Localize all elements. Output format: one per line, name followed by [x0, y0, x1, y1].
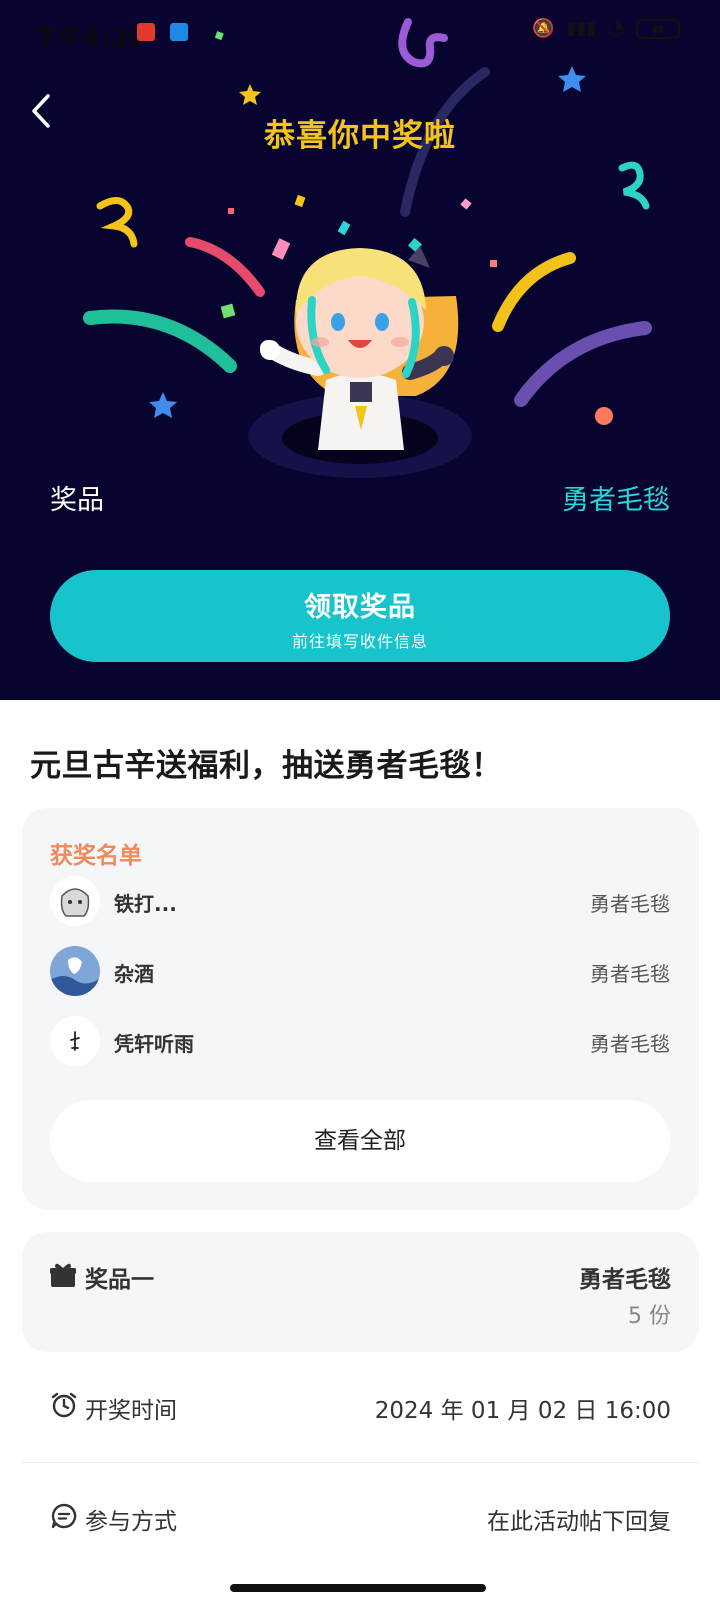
streamer-decoration	[185, 237, 265, 297]
prize-label: 奖品	[50, 485, 104, 516]
status-indicators: 🔕 ▮▮▮ ◔ ▮▮	[532, 18, 680, 39]
claim-button-sublabel: 前往填写收件信息	[291, 632, 428, 651]
winner-row[interactable]: 铁打... 勇者毛毯	[50, 876, 670, 926]
confetti-decoration	[460, 198, 472, 210]
winners-card: 获奖名单 铁打... 勇者毛毯 杂酒 勇者毛毯 凭轩听雨 勇者毛毯 查看全部	[22, 808, 699, 1210]
draw-time-label: 开奖时间	[85, 1398, 177, 1424]
winner-row[interactable]: 杂酒 勇者毛毯	[50, 946, 670, 996]
winner-prize: 勇者毛毯	[590, 962, 670, 986]
squiggle-decoration	[618, 161, 650, 210]
join-method-value: 在此活动帖下回复	[487, 1509, 671, 1535]
status-time: 下午4:30	[34, 24, 145, 52]
prize-value: 勇者毛毯	[562, 485, 670, 516]
confetti-decoration	[337, 220, 351, 236]
home-indicator[interactable]	[230, 1584, 486, 1592]
confetti-decoration	[220, 303, 236, 319]
confetti-decoration	[294, 194, 306, 208]
comment-icon	[51, 1503, 77, 1529]
signal-icon: ▮▮▮	[566, 18, 597, 39]
winner-name: 杂酒	[114, 962, 154, 986]
winners-title: 获奖名单	[50, 843, 142, 869]
streamer-decoration	[83, 309, 237, 373]
confetti-decoration	[271, 238, 291, 260]
claim-prize-button[interactable]: 领取奖品 前往填写收件信息	[50, 570, 670, 662]
alarm-clock-icon	[51, 1392, 77, 1418]
confetti-decoration	[228, 208, 234, 214]
prize-item-count: 5 份	[628, 1304, 671, 1329]
winner-name: 铁打...	[114, 892, 177, 916]
view-all-button[interactable]: 查看全部	[50, 1100, 670, 1182]
claim-button-label: 领取奖品	[304, 592, 416, 623]
confetti-decoration	[490, 260, 497, 267]
status-bar: 下午4:30 🔕 ▮▮▮ ◔ ▮▮	[0, 0, 720, 64]
avatar	[50, 946, 100, 996]
avatar	[50, 876, 100, 926]
upload-icon	[170, 23, 188, 41]
winner-row[interactable]: 凭轩听雨 勇者毛毯	[50, 1016, 670, 1066]
squiggle-decoration	[96, 197, 138, 248]
streamer-decoration	[492, 252, 576, 332]
join-method-label: 参与方式	[85, 1509, 177, 1535]
winner-prize: 勇者毛毯	[590, 1032, 670, 1056]
prize-item-name: 勇者毛毯	[579, 1267, 671, 1293]
congrats-title: 恭喜你中奖啦	[264, 118, 456, 154]
notification-app-icon	[137, 23, 155, 41]
prize-item-card: 奖品一 勇者毛毯 5 份	[22, 1232, 699, 1352]
gift-icon	[50, 1263, 76, 1287]
prize-item-label: 奖品一	[85, 1267, 154, 1293]
mute-icon: 🔕	[532, 18, 555, 39]
hero-banner: 下午4:30 🔕 ▮▮▮ ◔ ▮▮ 恭喜你中奖啦 奖品 勇者毛毯 领取奖品 前往…	[0, 0, 720, 700]
draw-time-value: 2024 年 01 月 02 日 16:00	[374, 1398, 671, 1424]
event-title: 元旦古辛送福利，抽送勇者毛毯！	[30, 748, 503, 784]
join-method-row: 参与方式 在此活动帖下回复	[22, 1478, 699, 1558]
confetti-decoration	[595, 407, 613, 425]
battery-icon: ▮▮	[636, 18, 680, 39]
draw-time-row: 开奖时间 2024 年 01 月 02 日 16:00	[22, 1367, 699, 1463]
star-decoration	[558, 66, 586, 92]
avatar	[50, 1016, 100, 1066]
star-decoration	[239, 84, 261, 105]
streamer-decoration	[514, 321, 652, 407]
winner-prize: 勇者毛毯	[590, 892, 670, 916]
winner-name: 凭轩听雨	[114, 1032, 194, 1056]
star-decoration	[149, 392, 177, 418]
wifi-icon: ◔	[608, 18, 624, 39]
